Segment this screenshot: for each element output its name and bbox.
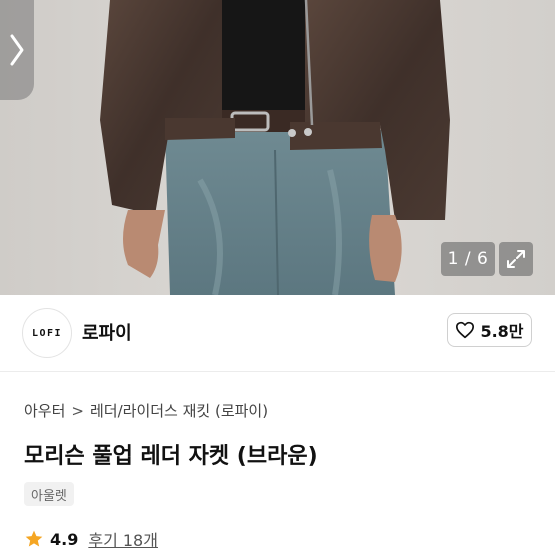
seller-row: LOFI 로파이 5.8만: [0, 295, 555, 372]
review-count-link[interactable]: 후기 18개: [88, 527, 158, 551]
expand-button[interactable]: [499, 242, 533, 276]
rating-row: 4.9 후기 18개: [24, 527, 158, 551]
chevron-right-icon: [10, 34, 24, 66]
breadcrumb-item-outer[interactable]: 아우터: [24, 400, 65, 421]
breadcrumb-item-leather-jacket[interactable]: 레더/라이더스 재킷 (로파이): [90, 400, 268, 421]
star-icon: [25, 530, 43, 547]
image-counter: 1 / 6: [441, 242, 495, 276]
back-button[interactable]: [0, 0, 34, 100]
breadcrumb: 아우터 > 레더/라이더스 재킷 (로파이): [24, 400, 268, 421]
breadcrumb-separator: >: [71, 401, 84, 420]
like-count: 5.8만: [480, 322, 524, 341]
product-image-gallery[interactable]: 1 / 6: [0, 0, 555, 295]
seller-logo[interactable]: LOFI: [22, 308, 72, 358]
heart-outline-icon: [456, 321, 475, 339]
product-title: 모리슨 풀업 레더 자켓 (브라운): [24, 444, 318, 469]
outlet-tag: 아울렛: [24, 482, 74, 506]
rating-score: 4.9: [50, 529, 79, 549]
expand-icon: [507, 250, 525, 268]
like-button[interactable]: 5.8만: [447, 313, 532, 347]
seller-name[interactable]: 로파이: [82, 319, 132, 345]
